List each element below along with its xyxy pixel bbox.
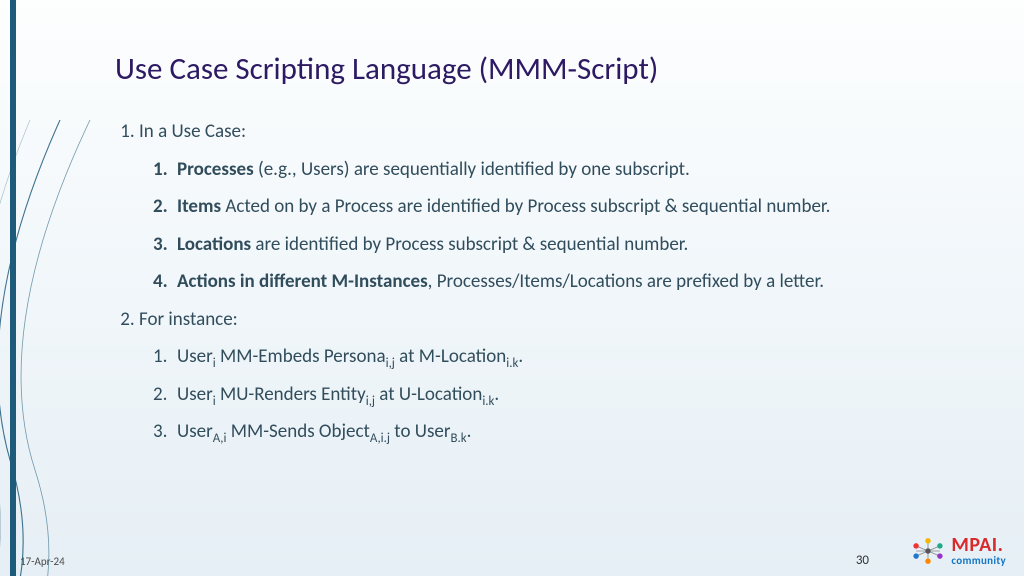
bullet-num: 3. [153,231,168,259]
sub: i,j [366,394,375,409]
bullet-num: 3. [153,418,167,446]
sub: i,j [386,356,395,371]
brand-logo: MPAI. community [911,535,1006,566]
bullet-num: 1. [153,156,168,184]
ex-text: . [518,345,523,368]
ex-text: MU-Renders Entity [216,383,366,406]
outer-2-lead: For instance: [139,308,238,331]
ex-text: MM-Sends Object [226,420,369,443]
sub: A,i.j [370,431,390,446]
outer-1-lead: In a Use Case: [139,120,246,143]
outer-item-2: For instance: 1. Useri MM-Embeds Persona… [139,306,935,446]
logo-mark-icon [911,537,945,565]
rest-text: are identified by Process subscript & se… [251,233,688,256]
logo-sub-text: community [951,555,1006,566]
inner-2-3: 3. UserA,i MM-Sends ObjectA,i.j to UserB… [153,418,935,446]
ex-text: . [467,420,472,443]
accent-bar [10,0,16,576]
sub: B.k [450,431,466,446]
ex-text: MM-Embeds Persona [216,345,386,368]
bullet-num: 2. [153,193,168,221]
sub: A,i [213,431,227,446]
sub: i.k [506,356,518,371]
outer-item-1: In a Use Case: 1. Processes (e.g., Users… [139,118,935,296]
footer-page-number: 30 [856,553,869,568]
inner-2-2: 2. Useri MU-Renders Entityi,j at U-Locat… [153,381,935,409]
strong-text: Processes [177,158,254,181]
inner-1-2: 2. Items Acted on by a Process are ident… [153,193,935,221]
ex-text: at U-Location [375,383,482,406]
ex-text: User [177,383,213,406]
ex-text: at M-Location [395,345,506,368]
bullet-num: 2. [153,381,167,409]
rest-text: (e.g., Users) are sequentially identifie… [254,158,690,181]
inner-1-1: 1. Processes (e.g., Users) are sequentia… [153,156,935,184]
ex-text: User [177,420,213,443]
inner-1-4: 4. Actions in different M-Instances, Pro… [153,268,935,296]
rest-text: , Processes/Items/Locations are prefixed… [428,270,824,293]
strong-text: Items [177,195,221,218]
footer-date: 17-Apr-24 [20,555,65,568]
inner-1-3: 3. Locations are identified by Process s… [153,231,935,259]
ex-text: to User [390,420,451,443]
bullet-num: 1. [153,343,167,371]
rest-text: Acted on by a Process are identified by … [221,195,830,218]
ex-text: User [177,345,213,368]
slide-title: Use Case Scripting Language (MMM-Script) [115,50,658,88]
logo-main-text: MPAI. [951,535,1006,555]
strong-text: Actions in different M-Instances [177,270,428,293]
strong-text: Locations [177,233,251,256]
bullet-num: 4. [153,268,168,296]
slide-body: In a Use Case: 1. Processes (e.g., Users… [115,118,935,456]
ex-text: . [494,383,499,406]
inner-2-1: 1. Useri MM-Embeds Personai,j at M-Locat… [153,343,935,371]
sub: i.k [482,394,494,409]
